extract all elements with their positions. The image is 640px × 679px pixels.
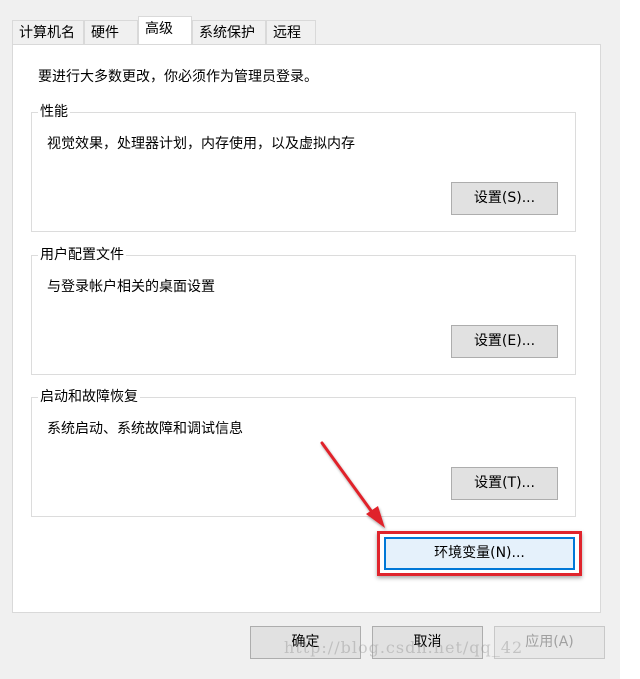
user-profiles-settings-button[interactable]: 设置(E)... bbox=[451, 325, 558, 358]
tab-system-protection[interactable]: 系统保护 bbox=[192, 20, 266, 44]
admin-notice: 要进行大多数更改，你必须作为管理员登录。 bbox=[38, 69, 318, 85]
system-properties-dialog: 计算机名 硬件 高级 系统保护 远程 要进行大多数更改，你必须作为管理员登录。 … bbox=[0, 0, 620, 679]
cancel-button[interactable]: 取消 bbox=[372, 626, 483, 659]
tab-hardware[interactable]: 硬件 bbox=[84, 20, 138, 44]
ok-button[interactable]: 确定 bbox=[250, 626, 361, 659]
performance-title: 性能 bbox=[38, 103, 70, 121]
performance-settings-button[interactable]: 设置(S)... bbox=[451, 182, 558, 215]
startup-recovery-group: 启动和故障恢复 系统启动、系统故障和调试信息 设置(T)... bbox=[31, 388, 576, 517]
startup-recovery-title: 启动和故障恢复 bbox=[38, 388, 140, 406]
tab-computer-name[interactable]: 计算机名 bbox=[12, 20, 84, 44]
environment-variables-button[interactable]: 环境变量(N)... bbox=[384, 537, 575, 570]
tab-remote[interactable]: 远程 bbox=[266, 20, 316, 44]
tab-advanced[interactable]: 高级 bbox=[138, 16, 192, 44]
startup-recovery-settings-button[interactable]: 设置(T)... bbox=[451, 467, 558, 500]
performance-group: 性能 视觉效果，处理器计划，内存使用，以及虚拟内存 设置(S)... bbox=[31, 103, 576, 232]
apply-button[interactable]: 应用(A) bbox=[494, 626, 605, 659]
startup-recovery-description: 系统启动、系统故障和调试信息 bbox=[47, 421, 243, 437]
performance-description: 视觉效果，处理器计划，内存使用，以及虚拟内存 bbox=[47, 136, 355, 152]
user-profiles-group: 用户配置文件 与登录帐户相关的桌面设置 设置(E)... bbox=[31, 246, 576, 375]
user-profiles-title: 用户配置文件 bbox=[38, 246, 126, 264]
user-profiles-description: 与登录帐户相关的桌面设置 bbox=[47, 279, 215, 295]
